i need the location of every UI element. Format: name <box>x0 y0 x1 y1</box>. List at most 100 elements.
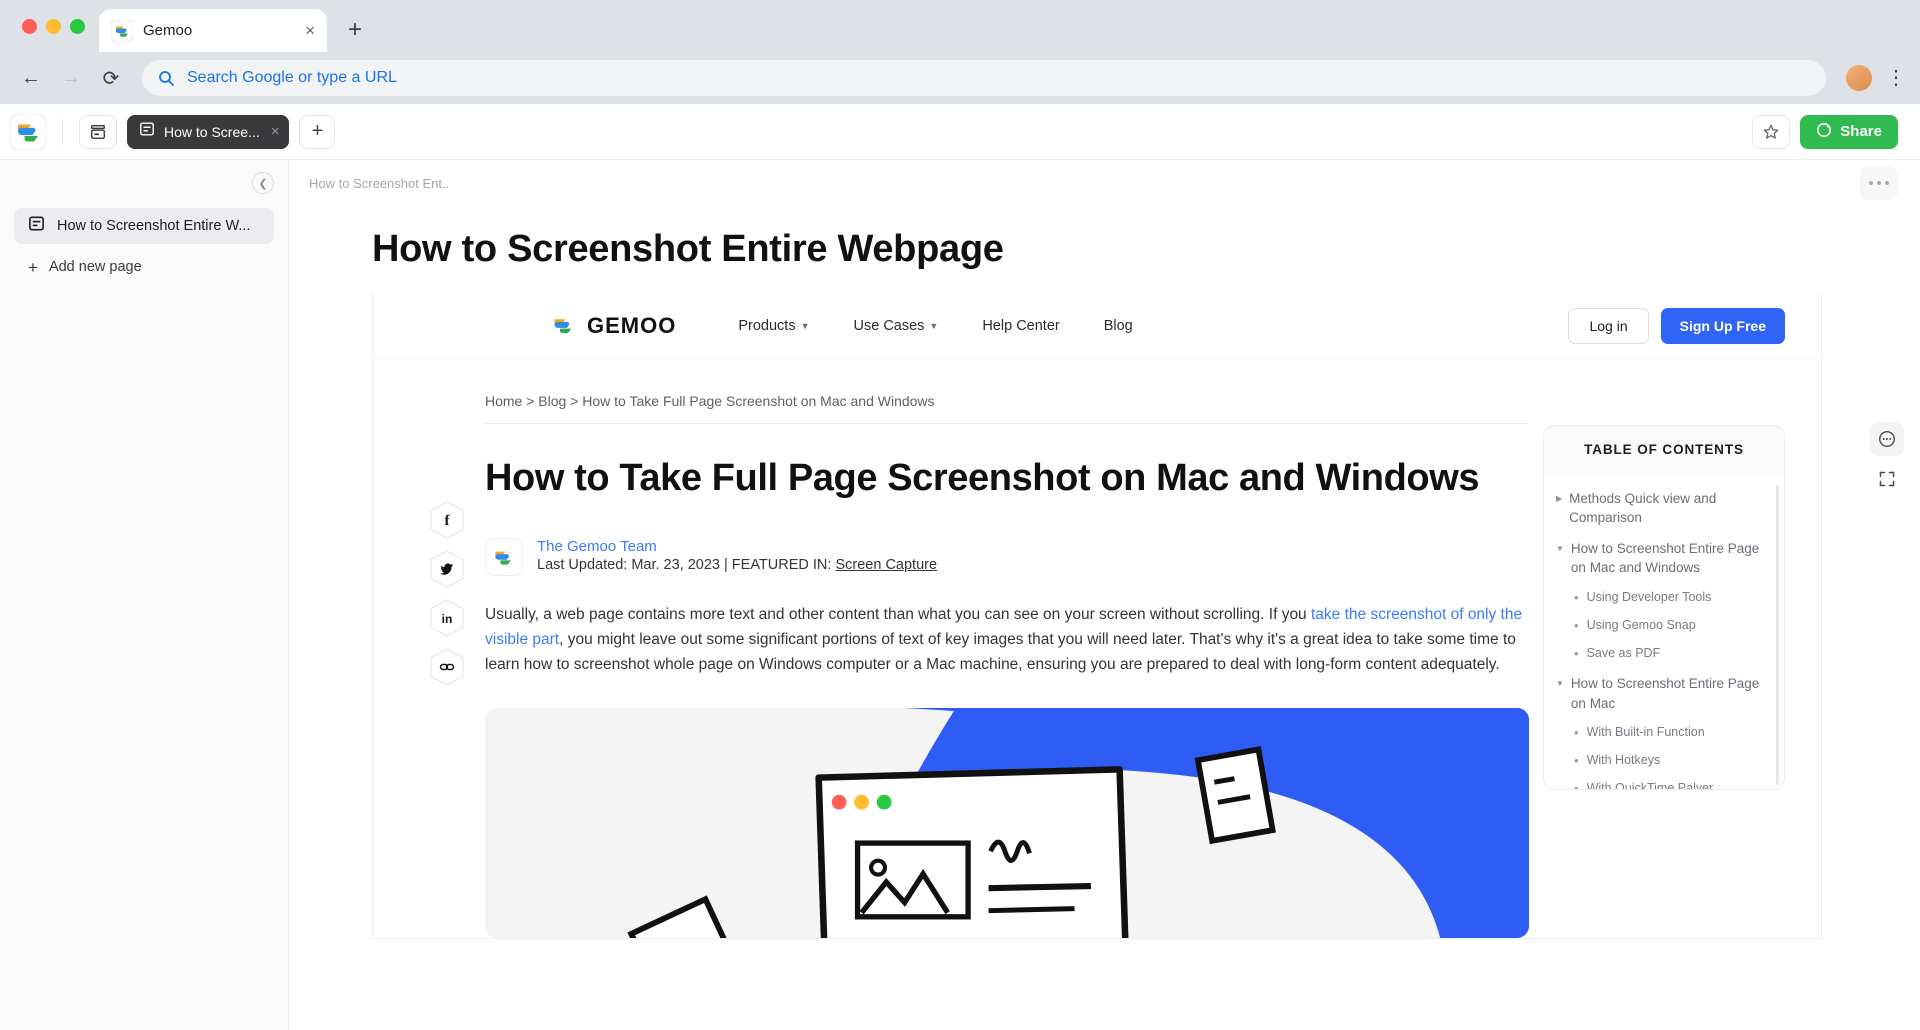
forward-icon[interactable]: → <box>54 61 88 95</box>
add-tab-button[interactable]: + <box>299 114 336 149</box>
article-meta: Last Updated: Mar. 23, 2023 | FEATURED I… <box>537 557 938 574</box>
toc-subitem[interactable]: • Using Gemoo Snap <box>1556 612 1770 640</box>
triangle-down-icon: ▼ <box>1556 679 1564 689</box>
chevron-down-icon: ▼ <box>800 320 810 331</box>
nav-link-blog[interactable]: Blog <box>1104 318 1133 334</box>
add-new-page-label: Add new page <box>48 259 142 275</box>
close-icon[interactable]: × <box>271 123 280 140</box>
login-button[interactable]: Log in <box>1568 307 1649 344</box>
brand-name: GEMOO <box>587 312 677 338</box>
ellipsis-icon[interactable] <box>1860 166 1898 200</box>
fullscreen-icon[interactable] <box>1870 462 1904 496</box>
article-breadcrumbs[interactable]: Home > Blog > How to Take Full Page Scre… <box>485 393 1529 424</box>
close-window-button[interactable] <box>22 18 37 34</box>
nav-link-products[interactable]: Products ▼ <box>738 318 809 334</box>
table-of-contents: TABLE OF CONTENTS ▶ Methods Quick view an… <box>1543 425 1785 790</box>
document-header: How to Screenshot Ent.. <box>289 160 1920 206</box>
author-avatar <box>485 538 523 577</box>
document-icon <box>139 121 155 142</box>
search-icon <box>158 70 175 87</box>
toc-subitem[interactable]: • Using Developer Tools <box>1556 584 1770 612</box>
toc-item-label: With Built-in Function <box>1586 724 1705 739</box>
nav-link-use-cases[interactable]: Use Cases ▼ <box>854 318 939 334</box>
new-browser-tab-button[interactable]: + <box>337 12 373 48</box>
page-icon <box>28 215 45 237</box>
chrome-menu-icon[interactable]: ⋮ <box>1886 68 1906 88</box>
bullet-icon: • <box>1574 724 1579 740</box>
toc-item-label: Using Gemoo Snap <box>1586 617 1696 632</box>
browser-tab[interactable]: Gemoo × <box>99 9 327 52</box>
svg-text:in: in <box>442 612 453 626</box>
document-content: How to Screenshot Ent.. How to Screensho… <box>289 160 1920 1030</box>
bullet-icon: • <box>1574 752 1579 768</box>
back-icon[interactable]: ← <box>14 61 48 95</box>
library-icon[interactable] <box>79 114 117 149</box>
chevron-down-icon: ▼ <box>929 320 939 331</box>
toc-item-label: How to Screenshot Entire Page on Mac <box>1570 676 1760 711</box>
twitter-icon[interactable] <box>430 550 464 588</box>
toc-scrollbar[interactable] <box>1776 485 1779 785</box>
reload-icon[interactable]: ⟳ <box>94 61 128 95</box>
address-bar[interactable]: Search Google or type a URL <box>142 60 1826 96</box>
toc-subitem[interactable]: • With QuickTime Palyer <box>1556 775 1770 789</box>
facebook-icon[interactable]: f <box>430 501 464 539</box>
toc-item[interactable]: ▼ How to Screenshot Entire Page on Mac an… <box>1556 533 1770 583</box>
float-toolbar <box>1866 422 1908 496</box>
toc-item[interactable]: ▼ How to Screenshot Entire Page on Mac <box>1556 668 1770 718</box>
site-nav-actions: Log in Sign Up Free <box>1568 307 1785 344</box>
breadcrumb: How to Screenshot Ent.. <box>309 175 450 191</box>
close-icon[interactable]: × <box>305 22 315 39</box>
signup-button[interactable]: Sign Up Free <box>1660 307 1785 344</box>
gemoo-app-logo[interactable] <box>9 113 47 150</box>
toc-title: TABLE OF CONTENTS <box>1544 426 1784 473</box>
share-icon <box>1816 122 1832 142</box>
app-document-tab[interactable]: How to Scree... × <box>127 114 290 149</box>
browser-chrome: Gemoo × + ← → ⟳ Search Google or type a … <box>0 0 1920 104</box>
plus-icon: + <box>28 257 38 277</box>
toolbar-divider <box>62 118 63 145</box>
triangle-down-icon: ▼ <box>1556 544 1564 554</box>
bullet-icon: • <box>1574 589 1579 605</box>
toc-item-label: How to Screenshot Entire Page on Mac and… <box>1570 541 1760 576</box>
toc-item-label: Methods Quick view and Comparison <box>1569 491 1717 526</box>
comment-icon[interactable] <box>1870 422 1904 456</box>
star-icon[interactable] <box>1752 114 1791 149</box>
toc-item-label: Using Developer Tools <box>1586 589 1712 604</box>
app-tab-label: How to Scree... <box>164 123 260 140</box>
toc-item[interactable]: ▶ Methods Quick view and Comparison <box>1556 483 1770 533</box>
article-hero-illustration <box>485 707 1529 938</box>
nav-link-help-center[interactable]: Help Center <box>982 318 1059 334</box>
social-share-column: f in <box>409 393 485 938</box>
featured-in-link[interactable]: Screen Capture <box>835 557 937 573</box>
site-nav-links: Products ▼ Use Cases ▼ Help Center Blog <box>738 318 1132 334</box>
window-traffic-lights <box>16 0 99 52</box>
article-layout: f in Home > Blog > How to Take Full Page… <box>373 359 1821 938</box>
browser-omnibar: ← → ⟳ Search Google or type a URL ⋮ <box>0 52 1920 104</box>
browser-tab-title: Gemoo <box>143 22 193 39</box>
minimize-window-button[interactable] <box>46 18 61 34</box>
toc-subitem[interactable]: • With Built-in Function <box>1556 719 1770 747</box>
sidebar: ❮ How to Screenshot Entire W... + Add ne… <box>0 160 289 1030</box>
omnibar-right-controls: ⋮ <box>1832 65 1906 91</box>
link-icon[interactable] <box>430 648 464 686</box>
author-name[interactable]: The Gemoo Team <box>537 538 657 555</box>
address-bar-placeholder: Search Google or type a URL <box>187 69 397 86</box>
page-title: How to Screenshot Entire Webpage <box>372 228 1004 270</box>
share-button-label: Share <box>1840 123 1882 140</box>
linkedin-icon[interactable]: in <box>430 599 464 637</box>
share-button[interactable]: Share <box>1800 114 1898 149</box>
captured-site-nav: GEMOO Products ▼ Use Cases ▼ Help Center B… <box>373 293 1821 359</box>
sidebar-item-label: How to Screenshot Entire W... <box>57 218 251 234</box>
chevron-left-icon[interactable]: ❮ <box>252 172 274 194</box>
triangle-right-icon: ▶ <box>1556 494 1563 503</box>
toc-item-label: With QuickTime Palyer <box>1586 781 1714 789</box>
bullet-icon: • <box>1574 617 1579 633</box>
sidebar-item-page[interactable]: How to Screenshot Entire W... <box>14 208 274 244</box>
add-new-page-button[interactable]: + Add new page <box>14 250 274 284</box>
article-column: Home > Blog > How to Take Full Page Scre… <box>485 393 1543 938</box>
maximize-window-button[interactable] <box>70 18 85 34</box>
toc-subitem[interactable]: • With Hotkeys <box>1556 747 1770 775</box>
bullet-icon: • <box>1574 781 1579 789</box>
toc-subitem[interactable]: • Save as PDF <box>1556 640 1770 668</box>
avatar[interactable] <box>1846 65 1872 91</box>
